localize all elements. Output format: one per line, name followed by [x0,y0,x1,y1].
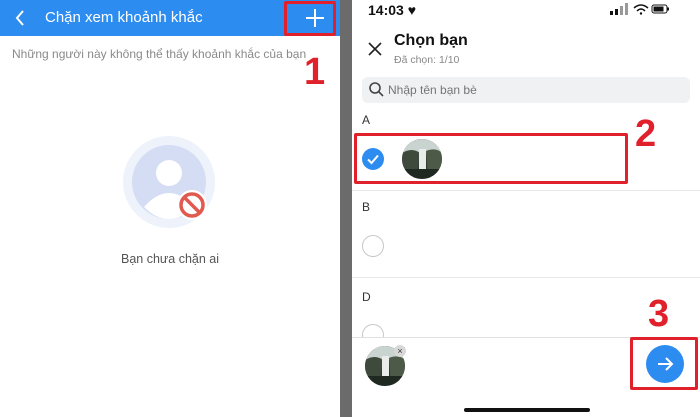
checkbox-unchecked[interactable] [362,235,384,257]
section-header-a: A [362,113,371,127]
page-title: Chọn bạn [394,32,468,49]
home-indicator [464,408,590,412]
search-icon [368,81,384,97]
search-bar[interactable] [362,77,690,103]
status-icons [610,3,670,18]
row-divider [352,190,700,191]
empty-state-text: Bạn chưa chặn ai [120,252,220,266]
section-header-d: D [362,290,371,304]
page-title: Chặn xem khoảnh khắc [45,9,203,26]
close-icon[interactable] [368,38,382,60]
highlight-friend-row [354,133,628,184]
selected-count: Đã chọn: 1/10 [394,54,460,66]
remove-selection-icon[interactable]: × [394,345,406,357]
section-header-b: B [362,200,371,214]
step-number-2: 2 [635,113,657,155]
highlight-add-button [284,1,336,36]
block-list-screen: Chặn xem khoảnh khắc 1 Những người này k… [0,0,340,417]
step-number-1: 1 [304,51,326,93]
highlight-next-button [630,337,698,390]
status-time: 14:03 ♥ [368,2,417,18]
subtitle: Những người này không thể thấy khoảnh kh… [12,47,307,61]
chevron-left-icon[interactable] [14,6,34,30]
panel-divider [340,0,352,417]
select-friends-screen: 14:03 ♥ Chọn bạn Đã chọn: 1/10 A [352,0,700,417]
row-divider [352,277,700,278]
step-number-3: 3 [648,293,670,335]
search-input[interactable] [388,77,678,103]
empty-avatar-icon [120,133,218,231]
